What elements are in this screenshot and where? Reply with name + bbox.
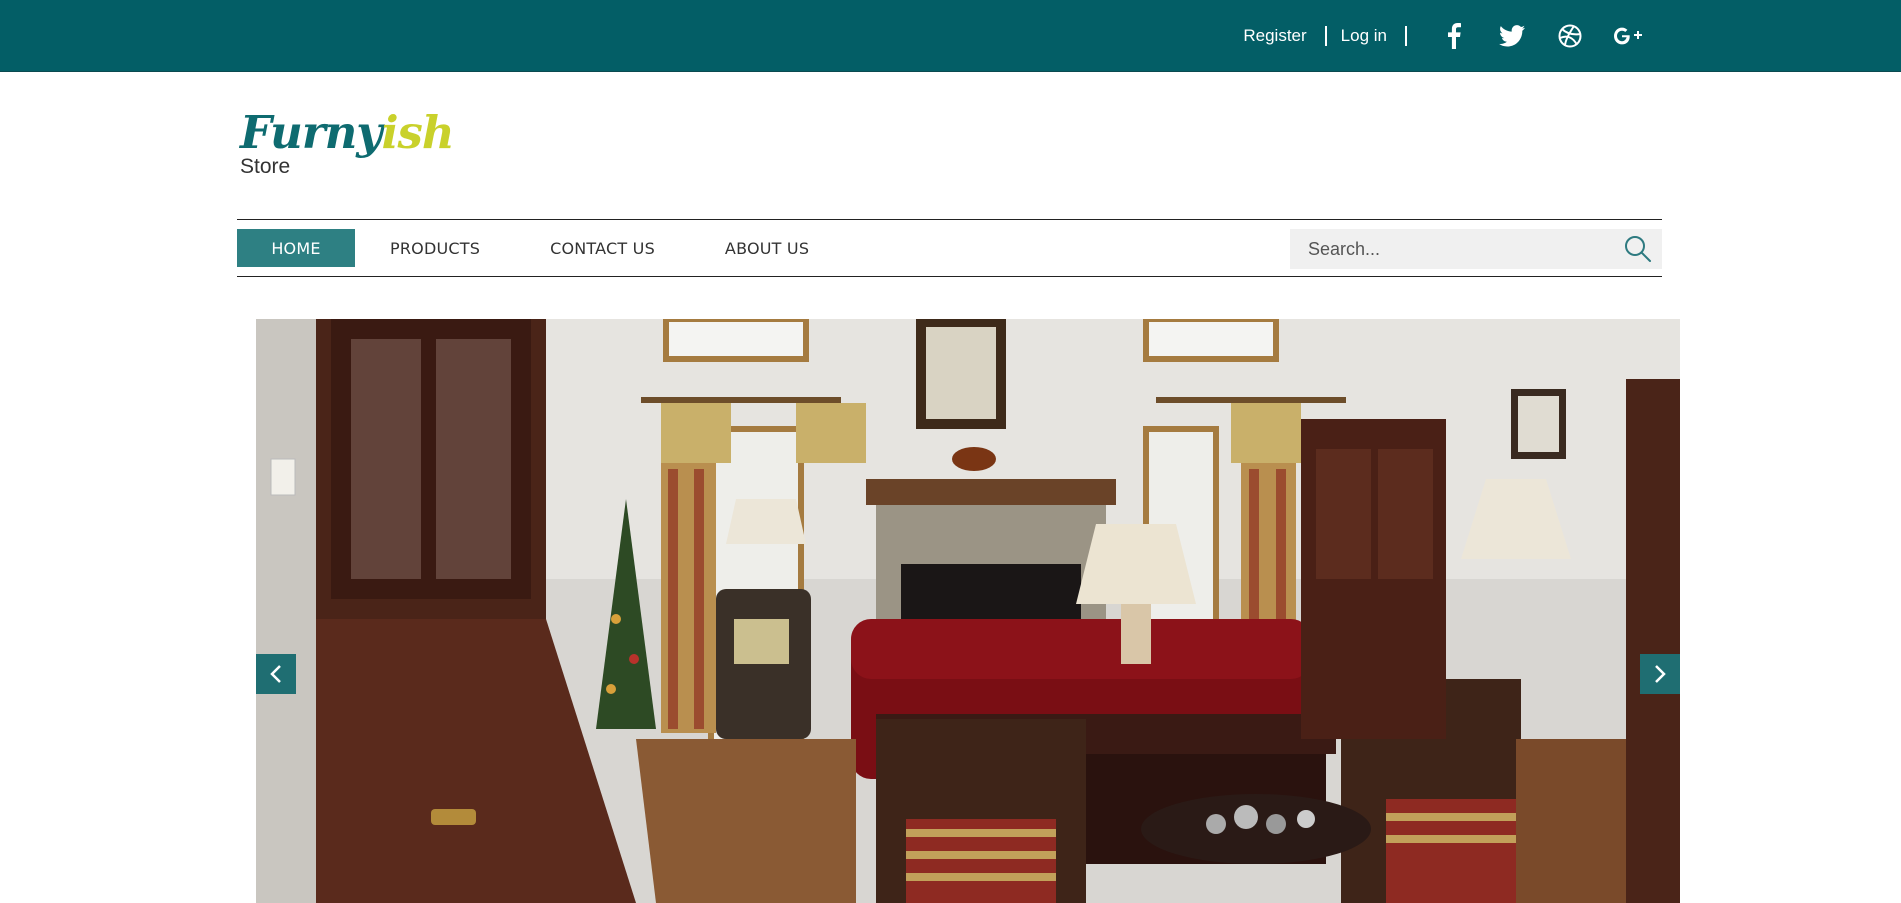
slider-prev-button[interactable] xyxy=(256,654,296,694)
dribbble-icon[interactable] xyxy=(1553,19,1587,53)
chevron-left-icon xyxy=(270,665,281,683)
main-navigation: HOME PRODUCTS CONTACT US ABOUT US xyxy=(237,219,1662,277)
logo-text-part2: ish xyxy=(381,106,454,159)
chevron-right-icon xyxy=(1655,665,1666,683)
divider xyxy=(1324,25,1327,46)
search-icon[interactable] xyxy=(1622,234,1654,264)
register-link[interactable]: Register xyxy=(1243,26,1306,46)
login-link[interactable]: Log in xyxy=(1341,26,1387,46)
hero-slider xyxy=(256,319,1680,903)
google-plus-icon[interactable] xyxy=(1611,19,1645,53)
slider-next-button[interactable] xyxy=(1640,654,1680,694)
nav-item-products[interactable]: PRODUCTS xyxy=(355,229,515,267)
page: Register Log in Furnyish Store HOME PROD… xyxy=(0,0,1901,903)
divider xyxy=(1405,25,1407,46)
facebook-icon[interactable] xyxy=(1437,19,1471,53)
logo-text-part1: Furny xyxy=(240,106,382,159)
nav-item-contact-us[interactable]: CONTACT US xyxy=(515,229,690,267)
top-bar: Register Log in xyxy=(0,0,1901,72)
nav-menu: HOME PRODUCTS CONTACT US ABOUT US xyxy=(237,229,844,267)
search-box xyxy=(1290,228,1662,270)
nav-item-home[interactable]: HOME xyxy=(237,229,355,267)
social-links xyxy=(1437,19,1645,53)
hero-image xyxy=(256,319,1680,903)
store-logo[interactable]: Furnyish Store xyxy=(240,106,455,183)
logo-wordmark: Furnyish xyxy=(240,106,455,159)
top-bar-links: Register Log in xyxy=(1243,0,1645,71)
nav-item-about-us[interactable]: ABOUT US xyxy=(690,229,844,267)
twitter-icon[interactable] xyxy=(1495,19,1529,53)
logo-subtitle: Store xyxy=(240,155,291,178)
search-input[interactable] xyxy=(1290,228,1610,270)
